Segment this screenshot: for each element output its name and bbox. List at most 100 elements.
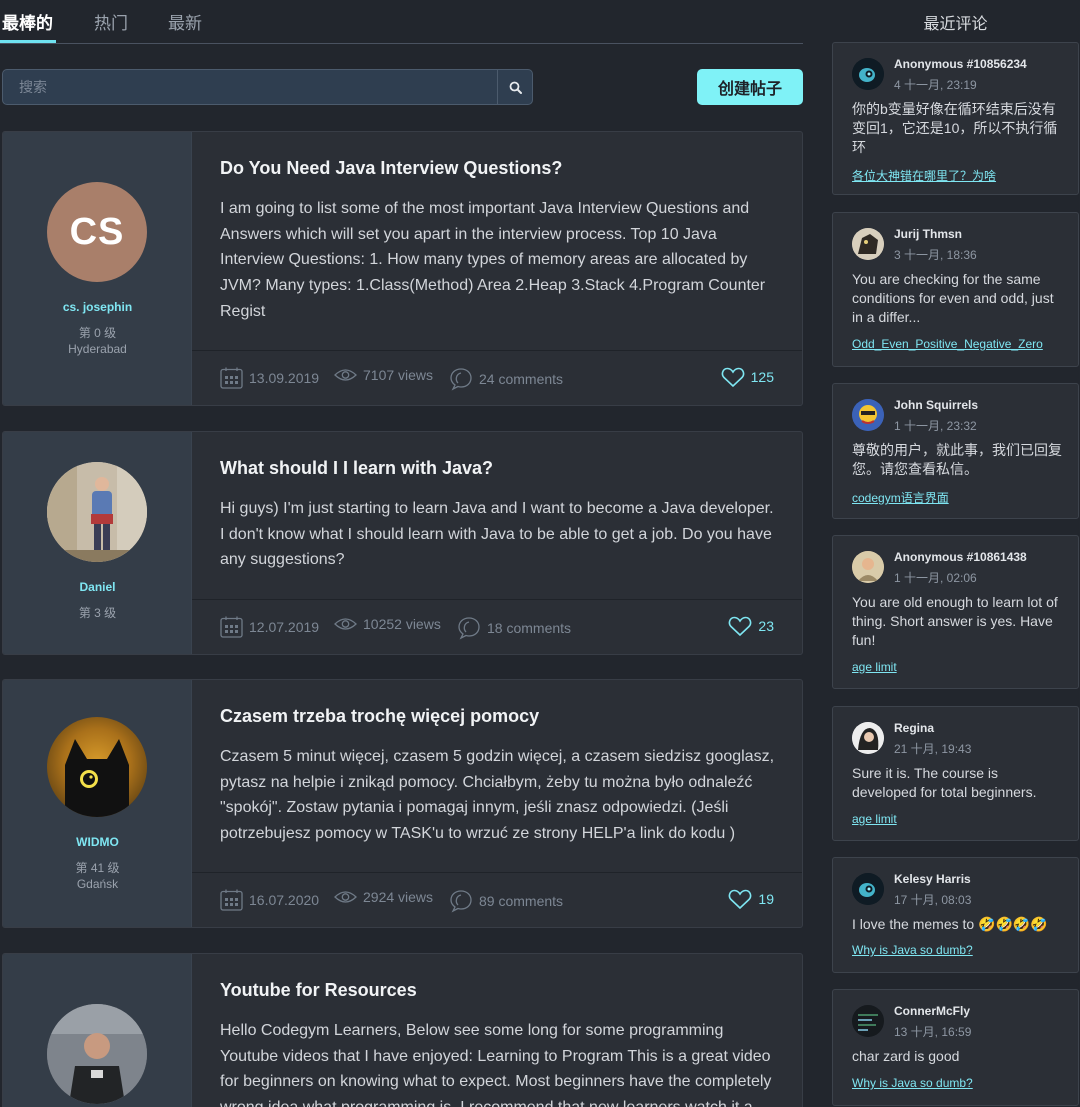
avatar[interactable] <box>852 399 884 431</box>
avatar[interactable] <box>47 462 147 562</box>
post-title[interactable]: Do You Need Java Interview Questions? <box>220 158 562 179</box>
comment-card: ConnerMcFly 13 十月, 16:59 char zard is go… <box>832 989 1079 1106</box>
post-title[interactable]: What should I I learn with Java? <box>220 458 493 479</box>
avatar[interactable] <box>47 717 147 817</box>
like-count: 125 <box>750 369 774 385</box>
comment-date: 4 十一月, 23:19 <box>894 78 977 92</box>
comment-thread-link[interactable]: 各位大神错在哪里了？为啥 <box>852 167 996 184</box>
post-author-panel: Daniel 第 3 级 <box>3 432 192 654</box>
post-title[interactable]: Czasem trzeba trochę więcej pomocy <box>220 706 539 727</box>
comment-date: 1 十一月, 23:32 <box>894 419 977 433</box>
like-button[interactable]: 125 <box>721 367 774 387</box>
post-comments-text: 89 comments <box>479 893 564 909</box>
tab-best[interactable]: 最棒的 <box>2 9 53 34</box>
author-name[interactable]: Daniel <box>3 580 192 594</box>
avatar[interactable] <box>47 1004 147 1104</box>
comment-author[interactable]: Kelesy Harris <box>894 872 971 886</box>
post-date-text: 16.07.2020 <box>249 892 320 908</box>
comment-card: Regina 21 十月, 19:43 Sure it is. The cour… <box>832 706 1079 841</box>
avatar[interactable] <box>852 722 884 754</box>
comment-author[interactable]: Anonymous #10856234 <box>894 57 1027 71</box>
post-views-text: 7107 views <box>363 367 434 383</box>
comment-card: Anonymous #10856234 4 十一月, 23:19 你的b变量好像… <box>832 42 1079 195</box>
comment-text: 你的b变量好像在循环结束后没有变回1，它还是10，所以不执行循环 <box>852 101 1058 155</box>
post-date-text: 12.07.2019 <box>249 619 320 635</box>
comment-author[interactable]: Jurij Thmsn <box>894 227 962 241</box>
comment-card: John Squirrels 1 十一月, 23:32 尊敬的用户，就此事，我们… <box>832 383 1079 519</box>
comment-card: Kelesy Harris 17 十月, 08:03 I love the me… <box>832 857 1079 973</box>
post-card: Daniel 第 3 级 What should I I learn with … <box>2 431 803 655</box>
search-button[interactable] <box>497 70 532 104</box>
avatar[interactable]: CS <box>47 182 147 282</box>
comment-author[interactable]: Regina <box>894 721 934 735</box>
post-author-panel: WIDMO 第 41 级 Gdańsk <box>3 680 192 927</box>
like-button[interactable]: 19 <box>728 889 774 909</box>
comment-thread-link[interactable]: Odd_Even_Positive_Negative_Zero <box>852 337 1043 351</box>
post-date-text: 13.09.2019 <box>249 370 320 386</box>
post-views: 2924 views <box>334 889 433 905</box>
robot-avatar <box>852 58 884 90</box>
heart-icon <box>729 616 752 636</box>
cartoon-avatar <box>852 399 884 431</box>
post-footer: 12.07.2019 10252 views 18 comments 23 <box>192 599 802 654</box>
avatar[interactable] <box>852 1005 884 1037</box>
comment-author[interactable]: John Squirrels <box>894 398 978 412</box>
comment-author[interactable]: ConnerMcFly <box>894 1004 970 1018</box>
comment-text: Sure it is. The course is developed for … <box>852 765 1037 800</box>
comment-author[interactable]: Anonymous #10861438 <box>894 550 1027 564</box>
robot-avatar <box>852 873 884 905</box>
post-comments[interactable]: 24 comments <box>449 367 563 391</box>
post-title[interactable]: Youtube for Resources <box>220 980 417 1001</box>
like-button[interactable]: 23 <box>728 616 774 636</box>
avatar[interactable] <box>852 58 884 90</box>
comment-thread-link[interactable]: Why is Java so dumb? <box>852 1076 973 1090</box>
comment-thread-link[interactable]: codegym语言界面 <box>852 489 949 506</box>
comment-date: 21 十月, 19:43 <box>894 742 972 756</box>
post-views: 10252 views <box>334 616 441 632</box>
comment-thread-link[interactable]: Why is Java so dumb? <box>852 943 973 957</box>
post-views-text: 2924 views <box>363 889 434 905</box>
post-card: Youtube for Resources Hello Codegym Lear… <box>2 953 803 1107</box>
calendar-icon <box>220 889 243 911</box>
comment-card: Anonymous #10861438 1 十一月, 02:06 You are… <box>832 535 1079 689</box>
comment-thread-link[interactable]: age limit <box>852 812 897 826</box>
post-date: 12.07.2019 <box>220 616 319 638</box>
heart-icon <box>721 367 744 387</box>
post-date: 16.07.2020 <box>220 889 319 911</box>
comment-text: You are old enough to learn lot of thing… <box>852 594 1058 648</box>
post-excerpt: I am going to list some of the most impo… <box>220 200 766 320</box>
animal-avatar <box>852 228 884 260</box>
black-cat-avatar <box>65 739 129 817</box>
search-input[interactable] <box>3 70 498 104</box>
post-card: WIDMO 第 41 级 Gdańsk Czasem trzeba trochę… <box>2 679 803 928</box>
post-excerpt: Hi guys) I'm just starting to learn Java… <box>220 500 774 569</box>
person-avatar <box>852 551 884 583</box>
person-photo <box>47 462 147 562</box>
comment-text: I love the memes to 🤣🤣🤣🤣 <box>852 916 1048 932</box>
author-name[interactable]: WIDMO <box>3 835 192 849</box>
author-name[interactable]: cs. josephin <box>3 300 192 314</box>
author-level: 第 41 级 <box>75 861 120 875</box>
avatar[interactable] <box>852 551 884 583</box>
comment-date: 13 十月, 16:59 <box>894 1025 972 1039</box>
avatar[interactable] <box>852 873 884 905</box>
comment-date: 3 十一月, 18:36 <box>894 248 977 262</box>
post-comments-text: 18 comments <box>487 620 572 636</box>
comment-text: You are checking for the same conditions… <box>852 271 1054 325</box>
author-city: Gdańsk <box>76 877 119 891</box>
post-comments[interactable]: 89 comments <box>449 889 563 913</box>
post-comments[interactable]: 18 comments <box>457 616 571 640</box>
comment-thread-link[interactable]: age limit <box>852 660 897 674</box>
avatar[interactable] <box>852 228 884 260</box>
tab-newest[interactable]: 最新 <box>168 9 202 34</box>
person-avatar <box>852 722 884 754</box>
tab-hot[interactable]: 热门 <box>94 9 128 34</box>
post-comments-text: 24 comments <box>479 371 564 387</box>
comment-card: Jurij Thmsn 3 十一月, 18:36 You are checkin… <box>832 212 1079 367</box>
create-post-button[interactable]: 创建帖子 <box>697 69 803 105</box>
post-author-panel: CS cs. josephin 第 0 级 Hyderabad <box>3 132 192 405</box>
comment-date: 1 十一月, 02:06 <box>894 571 977 585</box>
post-excerpt: Czasem 5 minut więcej, czasem 5 godzin w… <box>220 748 775 843</box>
comment-text: 尊敬的用户，就此事，我们已回复您。请您查看私信。 <box>852 442 1062 477</box>
author-level: 第 3 级 <box>78 606 117 620</box>
